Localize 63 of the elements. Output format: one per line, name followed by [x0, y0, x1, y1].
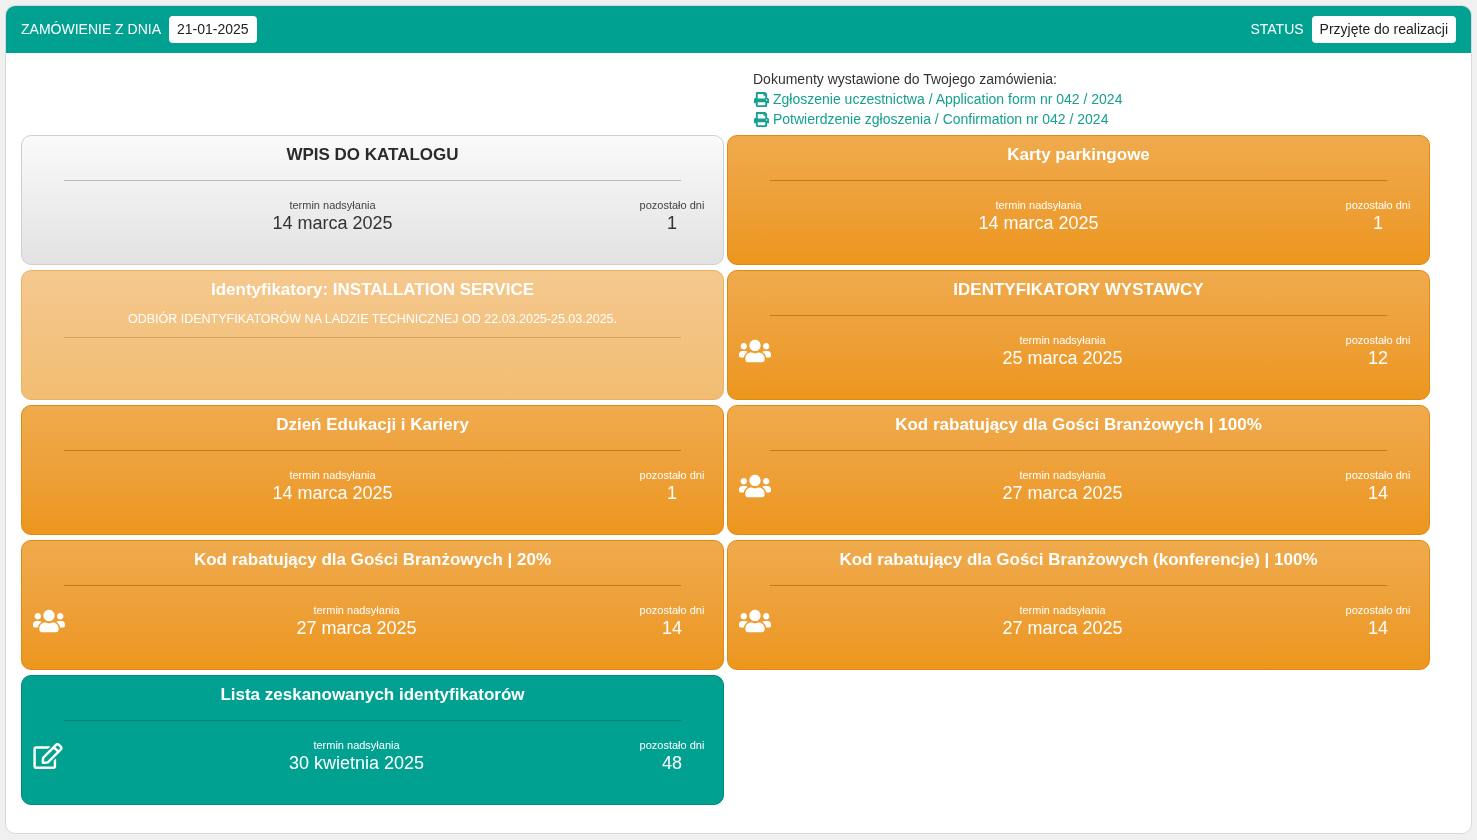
days-remaining: 14 [662, 616, 682, 639]
card-title: Lista zeskanowanych identyfikatorów [219, 684, 526, 706]
deadline-date: 25 marca 2025 [1002, 346, 1123, 369]
deadline-date: 14 marca 2025 [978, 211, 1099, 234]
card-title: Karty parkingowe [1006, 144, 1151, 166]
task-card[interactable]: Kod rabatujący dla Gości Branżowych | 20% termin nadsyłania 27 marca 2025 pozostało dni 14 [21, 540, 724, 670]
documents-heading: Dokumenty wystawione do Twojego zamówienia: [753, 70, 1058, 89]
card-title: Kod rabatujący dla Gości Branżowych (konferencje) | 100% [838, 549, 1319, 571]
task-card[interactable]: Karty parkingowe termin nadsyłania 14 marca 2025 pozostało dni 1 [727, 135, 1430, 265]
card-title: Kod rabatujący dla Gości Branżowych | 100% [894, 414, 1263, 436]
deadline-date: 14 marca 2025 [272, 481, 393, 504]
days-label: pozostało dni [639, 467, 705, 482]
card-title: Identyfikatory: INSTALLATION SERVICE [209, 279, 535, 301]
task-card[interactable]: Lista zeskanowanych identyfikatorów termin nadsyłania 30 kwietnia 2025 pozostało dni 48 [21, 675, 724, 805]
document-link[interactable]: Zgłoszenie uczestnictwa / Application form nr 042 / 2024 [753, 89, 1471, 109]
task-card[interactable]: Identyfikatory: INSTALLATION SERVICE ODBIÓR IDENTYFIKATORÓW NA LADZIE TECHNICZNEJ OD 22.03.2025-25.03.2025. [21, 270, 724, 400]
deadline-label: termin nadsyłania [995, 197, 1082, 212]
edit-icon [33, 742, 63, 769]
deadline-label: termin nadsyłania [1019, 332, 1106, 347]
order-date-label: ZAMÓWIENIE Z DNIA [21, 20, 161, 39]
document-link[interactable]: Potwierdzenie zgłoszenia / Confirmation nr 042 / 2024 [753, 109, 1471, 129]
days-remaining: 12 [1368, 346, 1388, 369]
deadline-label: termin nadsyłania [1019, 602, 1106, 617]
card-title: IDENTYFIKATORY WYSTAWCY [952, 279, 1205, 301]
deadline-label: termin nadsyłania [313, 737, 400, 752]
deadline-label: termin nadsyłania [289, 467, 376, 482]
days-remaining: 14 [1368, 616, 1388, 639]
deadline-date: 27 marca 2025 [1002, 481, 1123, 504]
task-card[interactable]: IDENTYFIKATORY WYSTAWCY termin nadsyłania 25 marca 2025 pozostało dni 12 [727, 270, 1430, 400]
card-title: Kod rabatujący dla Gości Branżowych | 20% [192, 549, 553, 571]
days-remaining: 14 [1368, 481, 1388, 504]
status-badge: Przyjęte do realizacji [1311, 16, 1456, 43]
days-label: pozostało dni [1345, 602, 1411, 617]
days-label: pozostało dni [1345, 467, 1411, 482]
print-icon [753, 91, 770, 107]
days-remaining: 1 [667, 481, 677, 504]
days-label: pozostało dni [639, 197, 705, 212]
days-remaining: 1 [1373, 211, 1383, 234]
days-remaining: 48 [662, 751, 682, 774]
task-card[interactable]: Dzień Edukacji i Kariery termin nadsyłania 14 marca 2025 pozostało dni 1 [21, 405, 724, 535]
deadline-date: 30 kwietnia 2025 [288, 751, 425, 774]
print-icon [753, 111, 770, 127]
days-label: pozostało dni [1345, 332, 1411, 347]
status-label: STATUS [1250, 20, 1304, 39]
deadline-label: termin nadsyłania [289, 197, 376, 212]
days-label: pozostało dni [639, 602, 705, 617]
order-date-badge: 21-01-2025 [169, 16, 257, 43]
document-link-text: Zgłoszenie uczestnictwa / Application form nr 042 / 2024 [773, 90, 1123, 109]
deadline-label: termin nadsyłania [313, 602, 400, 617]
deadline-label: termin nadsyłania [1019, 467, 1106, 482]
card-title: WPIS DO KATALOGU [285, 144, 460, 166]
task-card[interactable]: WPIS DO KATALOGU termin nadsyłania 14 marca 2025 pozostało dni 1 [21, 135, 724, 265]
card-title: Dzień Edukacji i Kariery [275, 414, 470, 436]
days-remaining: 1 [667, 211, 677, 234]
deadline-date: 14 marca 2025 [272, 211, 393, 234]
document-link-text: Potwierdzenie zgłoszenia / Confirmation nr 042 / 2024 [773, 110, 1109, 129]
days-label: pozostało dni [1345, 197, 1411, 212]
deadline-date: 27 marca 2025 [1002, 616, 1123, 639]
task-card[interactable]: Kod rabatujący dla Gości Branżowych | 100% termin nadsyłania 27 marca 2025 pozostało dni 14 [727, 405, 1430, 535]
card-note: ODBIÓR IDENTYFIKATORÓW NA LADZIE TECHNICZNEJ OD 22.03.2025-25.03.2025. [126, 310, 618, 328]
days-label: pozostało dni [639, 737, 705, 752]
deadline-date: 27 marca 2025 [296, 616, 417, 639]
task-card[interactable]: Kod rabatujący dla Gości Branżowych (konferencje) | 100% termin nadsyłania 27 marca 2025 pozostało dni 14 [727, 540, 1430, 670]
